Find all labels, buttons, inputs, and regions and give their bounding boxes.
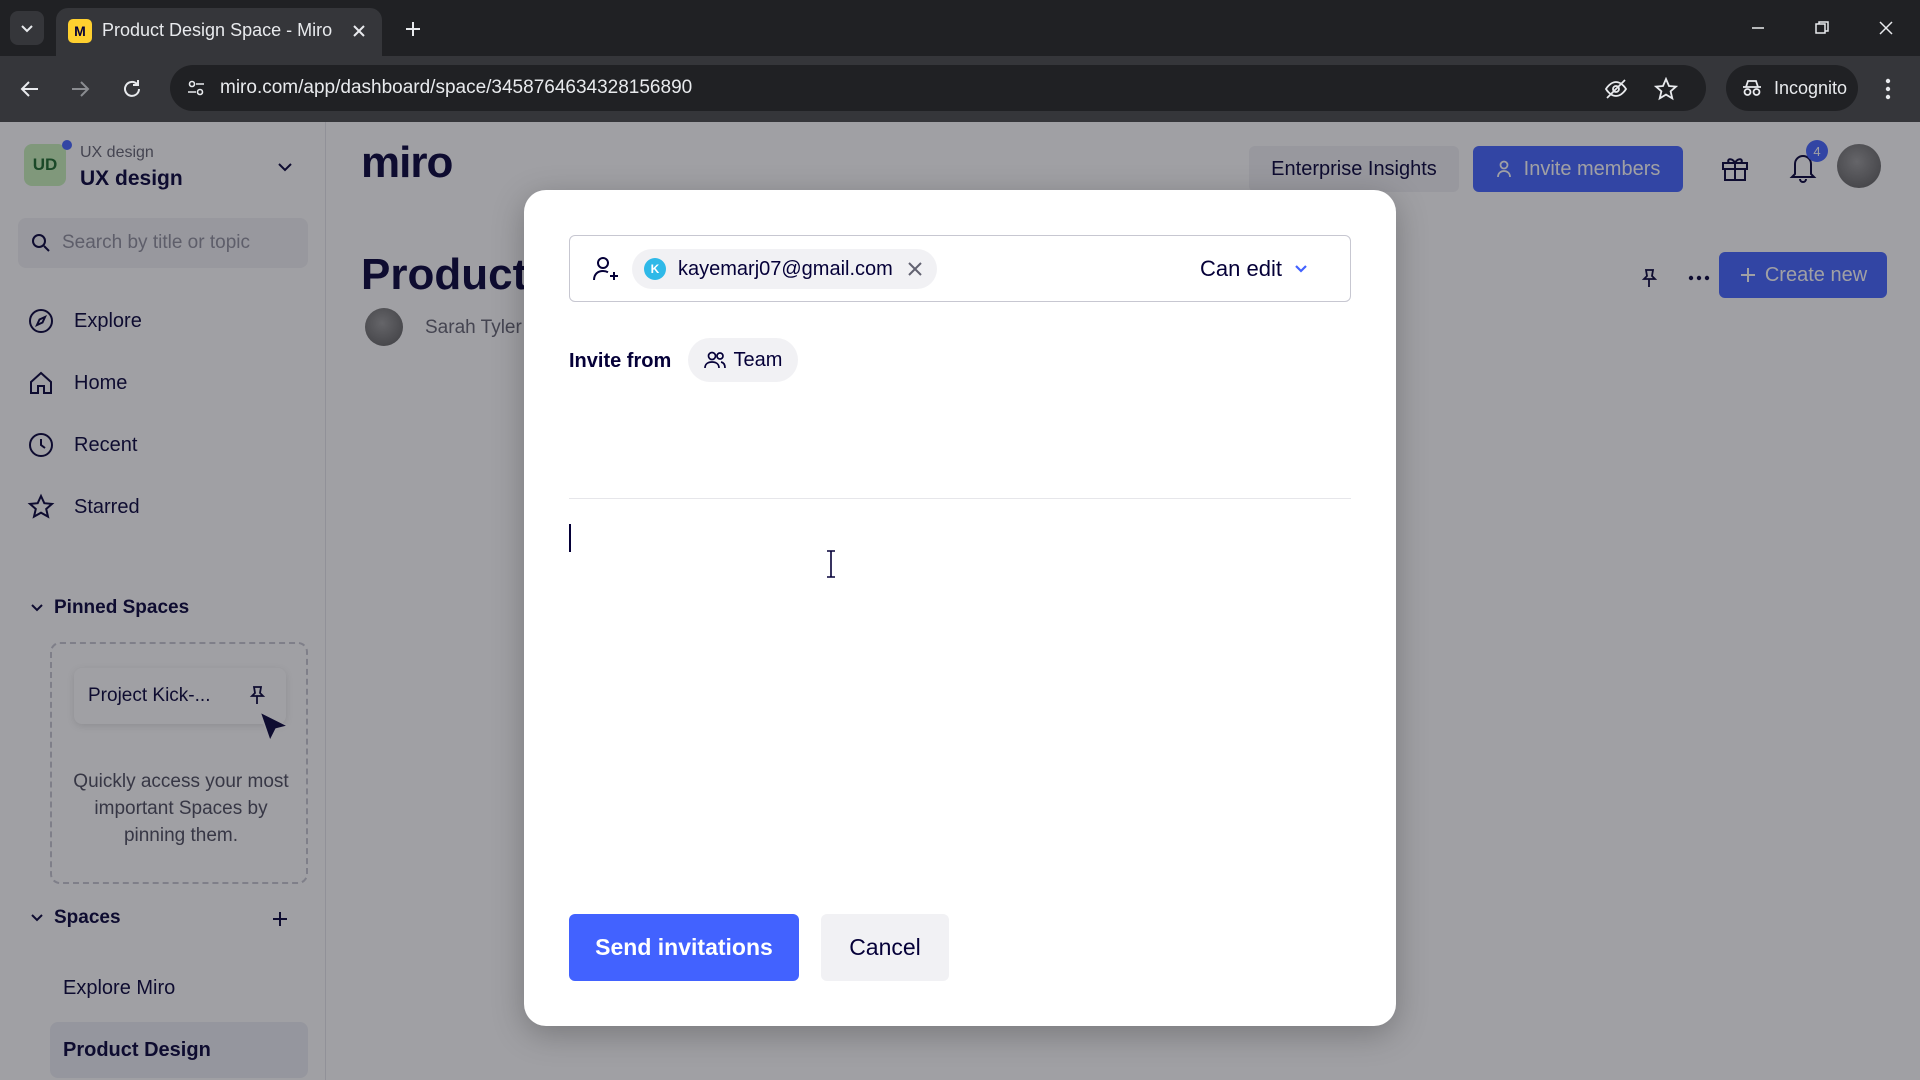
site-info-icon[interactable] [184,76,208,100]
add-user-icon [593,257,618,281]
close-icon [1879,21,1893,35]
browser-tab[interactable]: M Product Design Space - Miro [56,8,382,56]
bookmark-star-icon[interactable] [1652,75,1680,103]
tab-search-button[interactable] [10,11,44,45]
cancel-button[interactable]: Cancel [821,914,949,981]
send-invitations-button[interactable]: Send invitations [569,914,799,981]
permission-select[interactable]: Can edit [1200,252,1308,286]
reload-icon [124,80,140,97]
new-tab-button[interactable] [396,12,430,46]
browser-menu-button[interactable] [1872,73,1904,105]
more-vertical-icon [1885,78,1891,100]
url-text: miro.com/app/dashboard/space/34587646343… [220,77,693,98]
restore-button[interactable] [1800,10,1844,46]
close-icon [908,262,922,276]
minimize-icon [1752,27,1764,29]
reload-button[interactable] [114,71,150,107]
forward-button[interactable] [62,71,98,107]
arrow-left-icon [20,81,38,97]
address-bar[interactable]: miro.com/app/dashboard/space/34587646343… [170,65,1706,111]
invite-modal: K kayemarj07@gmail.com Can edit Invite f… [524,190,1396,1026]
browser-tabbar: M Product Design Space - Miro [0,0,1920,56]
permission-value: Can edit [1200,256,1282,281]
text-cursor-icon [827,550,835,578]
incognito-icon [1743,80,1761,96]
invite-message-input[interactable] [569,520,1351,860]
arrow-right-icon [72,81,90,97]
team-icon [703,351,726,369]
invite-from-label: Invite from [569,350,672,372]
browser-toolbar: miro.com/app/dashboard/space/34587646343… [0,56,1920,122]
team-label: Team [733,348,783,371]
tab-title: Product Design Space - Miro [102,20,333,40]
incognito-label: Incognito [1774,77,1848,98]
tab-close-button[interactable] [346,18,372,44]
chip-avatar: K [644,258,666,280]
modal-divider [569,498,1351,499]
close-icon [353,25,365,37]
chip-email: kayemarj07@gmail.com [678,257,893,280]
invite-from-team-button[interactable]: Team [688,338,798,382]
minimize-button[interactable] [1736,10,1780,46]
remove-email-button[interactable] [905,259,925,279]
chevron-down-icon [1295,265,1307,273]
plus-icon [406,22,420,36]
text-caret [569,524,571,552]
invite-email-field[interactable]: K kayemarj07@gmail.com Can edit [569,235,1351,302]
eye-off-icon[interactable] [1602,75,1630,103]
back-button[interactable] [12,71,48,107]
email-chip[interactable]: K kayemarj07@gmail.com [632,249,937,289]
restore-icon [1815,21,1829,34]
incognito-indicator[interactable]: Incognito [1726,65,1858,111]
miro-favicon-icon: M [68,19,92,43]
chevron-down-icon [21,25,33,33]
window-close-button[interactable] [1864,10,1908,46]
